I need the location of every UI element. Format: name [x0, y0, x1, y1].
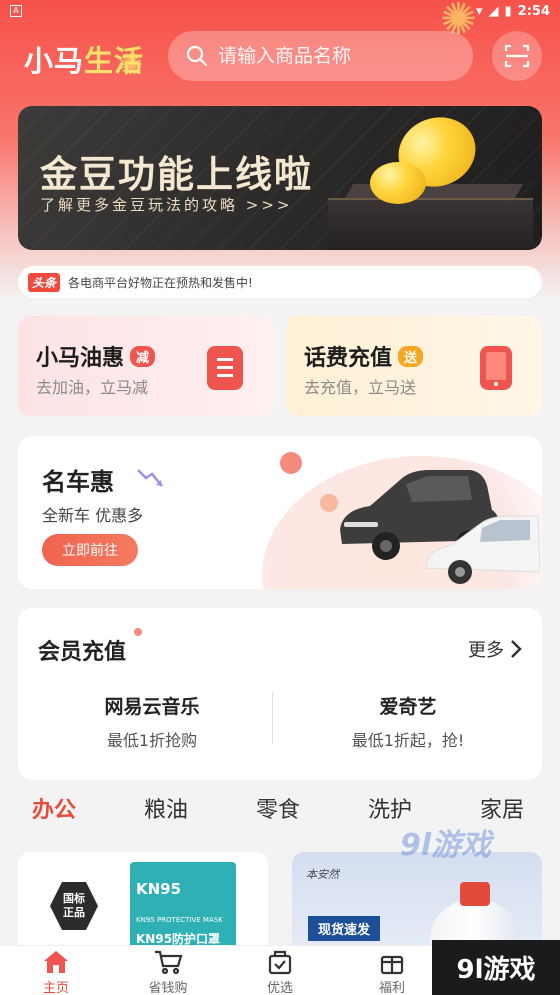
tab-snacks[interactable]: 零食 — [256, 792, 300, 824]
status-bar: A ▾ ◢ ▮ 2:54 — [0, 0, 560, 22]
search-input[interactable] — [218, 45, 458, 67]
chevron-right-icon — [511, 640, 522, 658]
card-title: 小马油惠 — [36, 346, 125, 371]
app-logo: 小马生活 — [24, 44, 145, 78]
trend-down-icon — [137, 469, 163, 487]
battery-icon: ▮ — [504, 3, 512, 19]
membership-recharge-panel: 会员充值 更多 网易云音乐 最低1折抢购 爱奇艺 最低1折起，抢! — [18, 608, 542, 780]
watermark-logo: 9l游戏 — [400, 828, 492, 863]
gift-badge: 送 — [398, 346, 424, 367]
tab-selection[interactable]: 优选 — [240, 948, 320, 995]
search-icon — [186, 45, 208, 67]
tab-welfare[interactable]: 福利 — [352, 948, 432, 995]
tab-save-money[interactable]: 省钱购 — [128, 948, 208, 995]
scan-icon — [504, 44, 530, 68]
banner-title: 金豆功能上线啦 — [40, 153, 313, 196]
card-subtitle: 去加油，立马减 — [36, 378, 149, 397]
more-link[interactable]: 更多 — [468, 636, 522, 662]
scan-button[interactable] — [492, 31, 542, 81]
headline-tag: 头条 — [28, 272, 61, 292]
headline-ticker[interactable]: 头条 各电商平台好物正在预热和发售中! — [18, 266, 542, 298]
netease-music-item[interactable]: 网易云音乐 最低1折抢购 — [32, 692, 272, 751]
card-title: 话费充值 — [304, 346, 393, 371]
decor-dot — [280, 452, 302, 474]
header: 小马生活 — [0, 28, 560, 88]
headline-text: 各电商平台好物正在预热和发售中! — [68, 275, 253, 290]
signal-icon: ◢ — [488, 3, 499, 19]
home-icon — [44, 951, 68, 973]
in-stock-tag: 现货速发 — [308, 916, 381, 941]
tab-home-nav[interactable]: 主页 — [16, 948, 96, 995]
gold-bean-icon — [370, 162, 426, 204]
pedestal-graphic — [328, 198, 533, 250]
phone-topup-card[interactable]: 话费充值送 去充值，立马送 — [286, 316, 542, 416]
gold-bean-banner[interactable]: 金豆功能上线啦 了解更多金豆玩法的攻略 >>> — [18, 106, 542, 250]
cart-icon — [155, 950, 183, 975]
brand-logo: 本安然 — [306, 868, 339, 881]
search-bar[interactable] — [168, 31, 473, 81]
tab-grain-oil[interactable]: 粮油 — [144, 792, 188, 824]
iqiyi-item[interactable]: 爱奇艺 最低1折起，抢! — [288, 692, 528, 751]
banner-subtitle: 了解更多金豆玩法的攻略 >>> — [40, 196, 293, 214]
fuel-can-icon — [207, 346, 243, 390]
car-deals-card[interactable]: 名车惠 全新车 优惠多 立即前往 — [18, 436, 542, 589]
car-promo-title: 名车惠 — [42, 468, 114, 496]
bag-icon — [268, 950, 292, 975]
certified-badge: 国标 正品 — [50, 882, 98, 930]
gift-icon — [380, 955, 404, 975]
cars-illustration — [340, 470, 540, 584]
status-app-icon: A — [10, 5, 22, 17]
go-now-button[interactable]: 立即前往 — [42, 534, 138, 566]
wifi-icon: ▾ — [475, 3, 483, 19]
card-subtitle: 去充值，立马送 — [304, 378, 417, 397]
tab-office[interactable]: 办公 — [32, 792, 76, 824]
divider — [272, 692, 273, 744]
fuel-discount-card[interactable]: 小马油惠减 去加油，立马减 — [18, 316, 273, 416]
status-time: 2:54 — [517, 3, 550, 19]
phone-icon — [480, 346, 512, 390]
membership-title: 会员充值 — [38, 640, 127, 665]
watermark-corner-logo: 9l游戏 — [432, 940, 560, 995]
discount-badge: 减 — [130, 346, 156, 367]
car-promo-subtitle: 全新车 优惠多 — [42, 506, 144, 525]
